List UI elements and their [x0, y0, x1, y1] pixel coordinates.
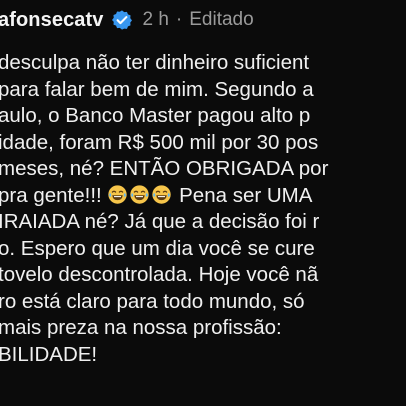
verified-badge-icon — [111, 10, 132, 30]
comment-line: tovelo descontrolada. Hoje você nã — [0, 263, 319, 286]
comment-line: para falar bem de mim. Segundo a — [0, 77, 314, 101]
username-link[interactable]: afonsecatv — [0, 9, 104, 32]
comment-line: BILIDADE! — [0, 342, 98, 366]
comment-line: mais preza na nossa profissão: — [0, 316, 282, 339]
comment-text: desculpa não ter dinheiro suficient para… — [0, 50, 406, 368]
comment-line: IRAIADA né? Já que a decisão foi r — [0, 210, 320, 233]
meta-separator: · — [175, 9, 183, 30]
comment-line: o. Espero que um dia você se cure — [0, 236, 315, 260]
comment-card: afonsecatv 2 h · Editado desculpa não te… — [0, 0, 406, 406]
edited-label: Editado — [189, 9, 254, 30]
comment-line: desculpa não ter dinheiro suficient — [0, 51, 310, 74]
comment-line: aulo, o Banco Master pagou alto p — [0, 104, 311, 127]
laughing-tears-emoji-icon — [151, 184, 172, 205]
comment-line: idade, foram R$ 500 mil por 30 pos — [0, 130, 319, 154]
laughing-tears-emoji-icon — [107, 184, 128, 205]
comment-header: afonsecatv 2 h · Editado — [0, 4, 406, 36]
comment-line-part: pra gente!!! — [0, 183, 102, 207]
comment-line-part: Pena ser UMA — [173, 183, 313, 207]
laughing-tears-emoji-icon — [129, 184, 150, 205]
post-time: 2 h — [142, 9, 169, 30]
comment-line: meses, né? ENTÃO OBRIGADA por — [0, 157, 329, 180]
comment-line: ro está claro para todo mundo, só — [0, 289, 305, 313]
comment-line-with-emoji: pra gente!!! Pena ser UMA — [0, 183, 406, 210]
